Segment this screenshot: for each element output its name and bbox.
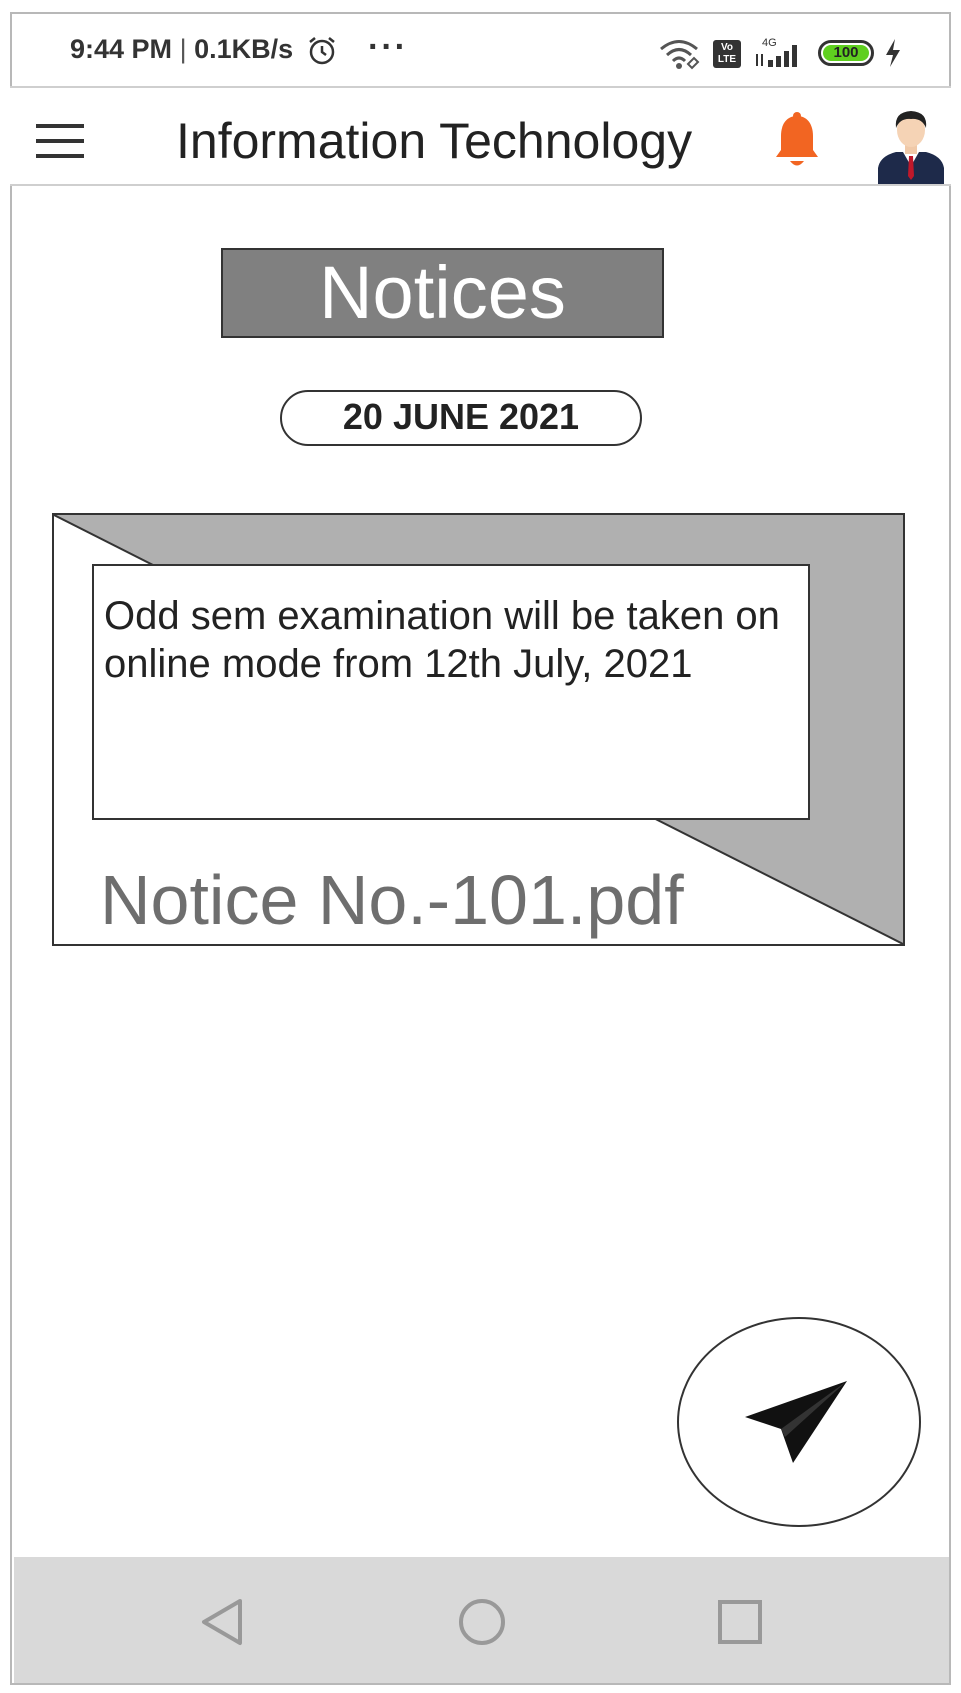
volte-icon: Vo LTE [713,40,741,68]
notice-file-link[interactable]: Notice No.-101.pdf [100,860,684,940]
status-time-speed: 9:44 PM | 0.1KB/s [70,34,293,65]
back-triangle-icon[interactable] [198,1597,248,1647]
notification-bell-icon[interactable] [773,112,821,172]
paper-plane-send-icon [745,1381,847,1463]
more-dots-icon: ··· [368,28,408,66]
notices-header: Notices [221,248,664,338]
battery-level: 100 [823,45,869,61]
app-bar: Information Technology [10,86,951,186]
network-speed: 0.1KB/s [194,34,294,64]
alarm-clock-icon [309,37,335,65]
hamburger-menu-icon[interactable] [36,124,84,160]
send-button[interactable] [677,1317,921,1527]
user-avatar-icon[interactable] [876,106,946,184]
network-type-label: 4G [762,37,777,49]
charging-bolt-icon [886,39,900,67]
notice-message: Odd sem examination will be taken on onl… [92,564,810,820]
status-separator: | [179,34,187,64]
system-nav-bar [14,1557,949,1683]
recents-square-icon[interactable] [715,1597,765,1647]
home-circle-icon[interactable] [457,1597,507,1647]
signal-strength-icon: 4G [756,37,797,67]
notice-card[interactable]: Odd sem examination will be taken on onl… [52,513,905,946]
page-title: Information Technology [176,113,693,169]
wifi-icon [660,40,700,70]
status-time: 9:44 PM [70,34,173,64]
battery-icon: 100 [818,40,874,66]
date-badge: 20 JUNE 2021 [280,390,642,446]
status-bar: 9:44 PM | 0.1KB/s ··· Vo LTE 4G 100 [0,0,961,92]
